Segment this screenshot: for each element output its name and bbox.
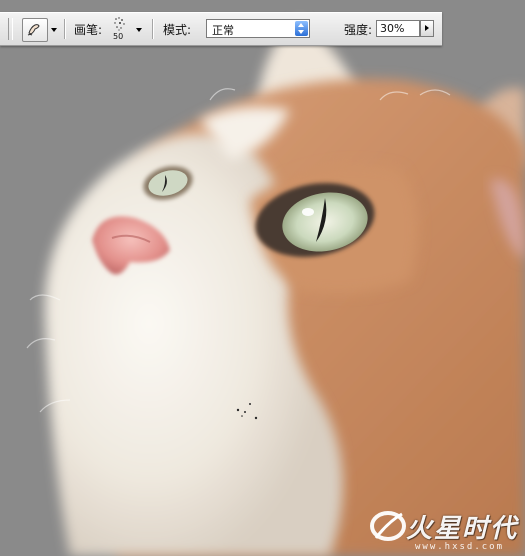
mode-select-value: 正常 [212, 24, 234, 37]
options-bar: 画笔: 50 模式: 正常 强度: 30% [0, 12, 442, 46]
chevron-down-icon[interactable] [51, 28, 57, 32]
tool-preset-picker[interactable] [22, 18, 48, 42]
watermark-url: www.hxsd.com [415, 542, 505, 552]
cat-painting [0, 0, 525, 556]
separator [64, 19, 66, 39]
brush-label: 画笔: [74, 23, 103, 37]
strength-label: 强度: [344, 23, 373, 37]
mode-select[interactable]: 正常 [206, 19, 310, 38]
toolbar-grip[interactable] [8, 18, 13, 40]
brush-tip-icon [114, 17, 125, 31]
strength-input-value: 30% [380, 22, 405, 35]
mode-label: 模式: [163, 23, 192, 37]
document-canvas[interactable]: 画笔: 50 模式: 正常 强度: 30% 火星时代 www.hxsd.com [0, 0, 525, 556]
smudge-finger-icon [27, 24, 40, 36]
chevron-down-icon[interactable] [136, 28, 142, 32]
up-down-arrows-icon[interactable] [295, 21, 308, 36]
separator [152, 19, 154, 39]
right-triangle-icon [425, 25, 429, 31]
strength-slider-button[interactable] [420, 20, 434, 37]
watermark-title: 火星时代 [406, 514, 519, 544]
hxsd-logo [370, 511, 406, 541]
brush-size-value: 50 [113, 32, 124, 41]
strength-input[interactable]: 30% [376, 20, 420, 37]
